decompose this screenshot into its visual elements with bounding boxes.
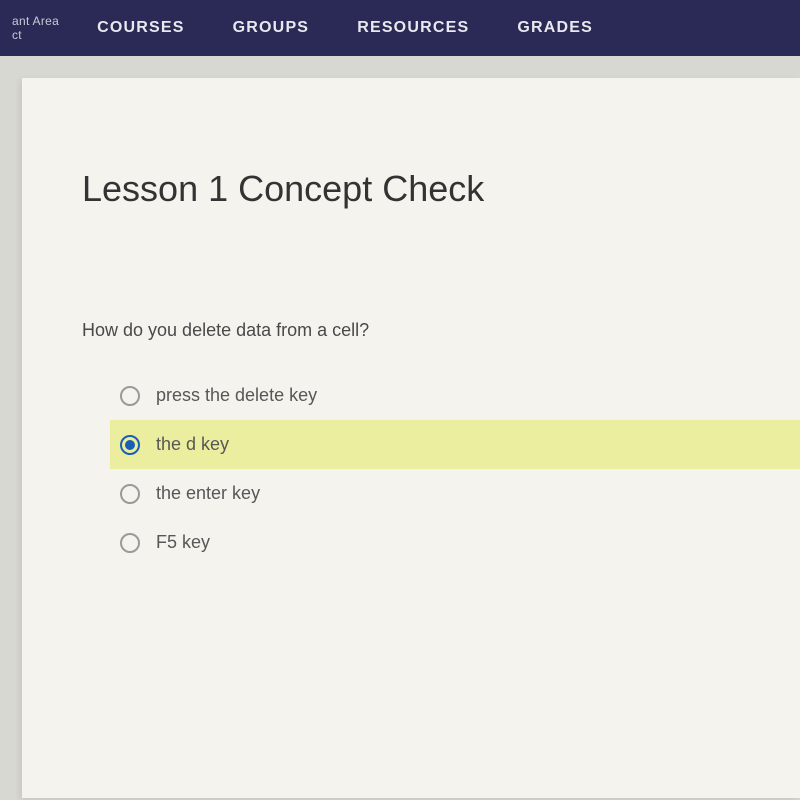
brand-line1: ant Area (12, 14, 59, 28)
option-label: press the delete key (156, 385, 317, 406)
option-1[interactable]: press the delete key (110, 371, 740, 420)
option-label: F5 key (156, 532, 210, 553)
radio-icon (120, 533, 140, 553)
brand-label: ant Area ct (12, 14, 59, 42)
nav-courses[interactable]: COURSES (97, 19, 185, 37)
option-label: the d key (156, 434, 229, 455)
content-card: Lesson 1 Concept Check How do you delete… (22, 78, 800, 798)
top-nav-bar: ant Area ct COURSES GROUPS RESOURCES GRA… (0, 0, 800, 56)
brand-line2: ct (12, 28, 59, 42)
radio-icon (120, 484, 140, 504)
main-nav: COURSES GROUPS RESOURCES GRADES (97, 19, 593, 37)
option-2[interactable]: the d key (110, 420, 800, 469)
option-label: the enter key (156, 483, 260, 504)
question-prompt: How do you delete data from a cell? (82, 320, 740, 341)
nav-groups[interactable]: GROUPS (233, 19, 310, 37)
nav-grades[interactable]: GRADES (517, 19, 593, 37)
options-list: press the delete key the d key the enter… (110, 371, 740, 567)
option-4[interactable]: F5 key (110, 518, 740, 567)
page-title: Lesson 1 Concept Check (82, 168, 740, 210)
option-3[interactable]: the enter key (110, 469, 740, 518)
radio-icon (120, 386, 140, 406)
nav-resources[interactable]: RESOURCES (357, 19, 469, 37)
radio-icon (120, 435, 140, 455)
